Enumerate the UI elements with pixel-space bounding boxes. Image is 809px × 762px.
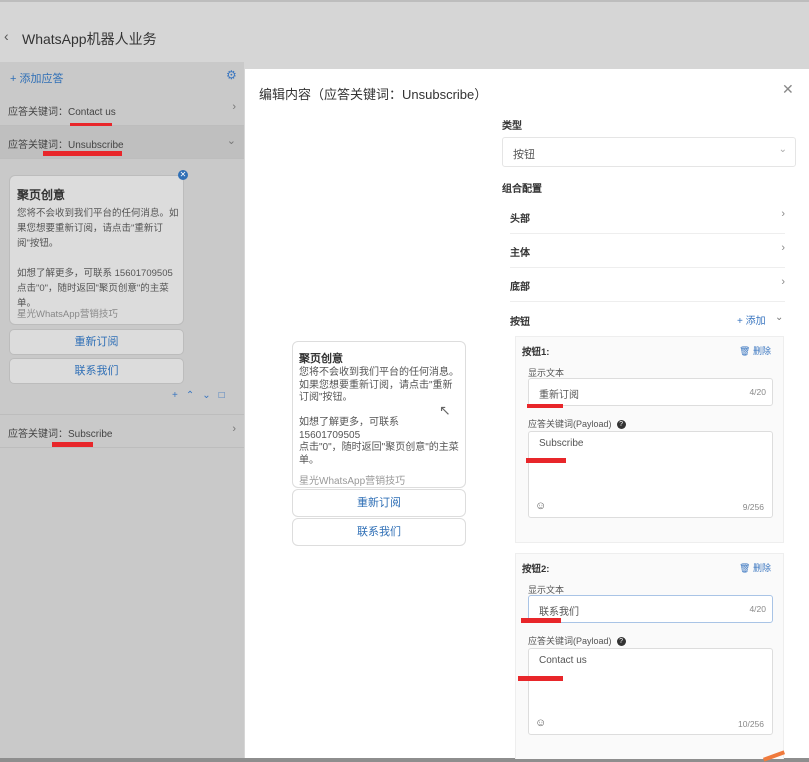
button-item-header: 按钮2: [522,564,550,575]
delete-button[interactable]: 🗑 删除 [739,344,771,357]
keyword-label: 应答关键词：Subscribe [8,429,113,440]
delete-button[interactable]: 🗑 删除 [739,561,771,574]
char-count: 10/256 [738,719,764,729]
redaction-mark [527,404,563,408]
payload-value: Contact us [539,655,587,666]
trash-icon[interactable]: □ [219,390,233,401]
redaction-mark [518,676,563,681]
keyword-row-subscribe[interactable]: 应答关键词：Subscribe › [0,414,244,448]
plus-icon[interactable]: + [172,390,186,401]
type-select[interactable]: 按钮 ⌄ [502,137,796,167]
delete-label: 删除 [752,563,771,573]
preview-body: 您将不会收到我们平台的任何消息。如果您想要重新订阅，请点击"重新订阅"按钮。 如… [299,367,459,466]
card-button-resubscribe[interactable]: 重新订阅 [9,329,184,355]
chevron-left-icon[interactable]: ‹ [4,28,9,44]
keyword-row-contact-us[interactable]: 应答关键词：Contact us › [0,93,244,126]
chevron-down-icon: ⌄ [778,144,787,155]
chevron-down-icon[interactable]: ⌄ [202,390,218,401]
combo-row-label: 底部 [510,282,530,293]
display-text-input[interactable]: 联系我们 4/20 [528,595,773,623]
close-icon[interactable]: ✕ [178,170,188,180]
message-card: 聚页创意 您将不会收到我们平台的任何消息。如果您想要重新订阅，请点击"重新订阅"… [9,175,184,325]
type-value: 按钮 [513,149,535,161]
char-count: 4/20 [749,604,766,614]
keyword-label: 应答关键词：Unsubscribe [8,140,124,151]
keyword-list-panel: + 添加应答 ⚙ 应答关键词：Contact us › 应答关键词：Unsubs… [0,62,244,758]
payload-label: 应答关键词(Payload)? [528,634,626,647]
emoji-icon[interactable]: ☺ [535,717,546,729]
payload-label: 应答关键词(Payload)? [528,417,626,430]
close-icon[interactable]: ✕ [782,81,794,98]
combo-config-label: 组合配置 [502,184,542,195]
card-footer: 星光WhatsApp营销技巧 [17,309,118,320]
payload-textarea[interactable]: Subscribe ☺ 9/256 [528,431,773,518]
gear-icon[interactable]: ⚙ [226,68,237,82]
chevron-right-icon: › [781,242,785,254]
edit-content-modal: 编辑内容（应答关键词：Unsubscribe） ✕ 聚页创意 您将不会收到我们平… [245,69,809,762]
display-text-input[interactable]: 重新订阅 4/20 [528,378,773,406]
button-item-1: 按钮1: 🗑 删除 显示文本 重新订阅 4/20 应答关键词(Payload)?… [515,336,784,543]
redaction-mark [43,151,122,156]
combo-row-label: 主体 [510,248,530,259]
chevron-right-icon: › [781,208,785,220]
chevron-right-icon: › [781,276,785,288]
keyword-label: 应答关键词：Contact us [8,107,116,118]
char-count: 4/20 [749,387,766,397]
card-button-contact[interactable]: 联系我们 [9,358,184,384]
display-text-value: 联系我们 [539,607,579,618]
delete-label: 删除 [752,346,771,356]
add-button[interactable]: + 添加 [737,312,766,327]
buttons-label: 按钮 [510,317,530,328]
redaction-mark [526,458,566,463]
modal-title: 编辑内容（应答关键词：Unsubscribe） [259,87,488,102]
chevron-right-icon: › [232,423,236,435]
combo-row-label: 头部 [510,214,530,225]
preview-title: 聚页创意 [299,353,343,365]
payload-textarea[interactable]: Contact us ☺ 10/256 [528,648,773,735]
preview-button-contact[interactable]: 联系我们 [292,518,466,546]
card-body: 您将不会收到我们平台的任何消息。如果您想要重新订阅，请点击"重新订阅"按钮。 如… [17,208,179,309]
combo-row-header[interactable]: 头部 › [510,200,785,234]
card-toolbar: +⌃⌄□ [172,390,233,401]
payload-value: Subscribe [539,438,584,449]
preview-button-resubscribe[interactable]: 重新订阅 [292,489,466,517]
help-icon: ? [616,420,626,430]
preview-footer: 星光WhatsApp营销技巧 [299,476,406,487]
help-icon: ? [616,637,626,647]
add-reply-button[interactable]: + 添加应答 [10,70,63,86]
char-count: 9/256 [742,502,764,512]
page-title: WhatsApp机器人业务 [22,31,157,47]
combo-row-footer[interactable]: 底部 › [510,268,785,302]
redaction-mark [52,442,93,447]
combo-row-body[interactable]: 主体 › [510,234,785,268]
page-header: ‹ WhatsApp机器人业务 [0,2,809,60]
chevron-up-icon[interactable]: ⌃ [186,390,202,401]
button-item-2: 按钮2: 🗑 删除 显示文本 联系我们 4/20 应答关键词(Payload)?… [515,553,784,759]
button-item-header: 按钮1: [522,347,550,358]
chevron-down-icon[interactable]: ⌄ [775,312,783,323]
type-label: 类型 [502,121,522,132]
emoji-icon[interactable]: ☺ [535,500,546,512]
redaction-mark [521,618,561,623]
text-cursor-icon: ↖ [439,402,451,418]
chevron-down-icon: ⌄ [226,135,236,147]
keyword-row-unsubscribe[interactable]: 应答关键词：Unsubscribe ⌄ [0,126,244,159]
card-title: 聚页创意 [17,188,66,202]
display-text-value: 重新订阅 [539,390,579,401]
chevron-right-icon: › [232,101,236,113]
